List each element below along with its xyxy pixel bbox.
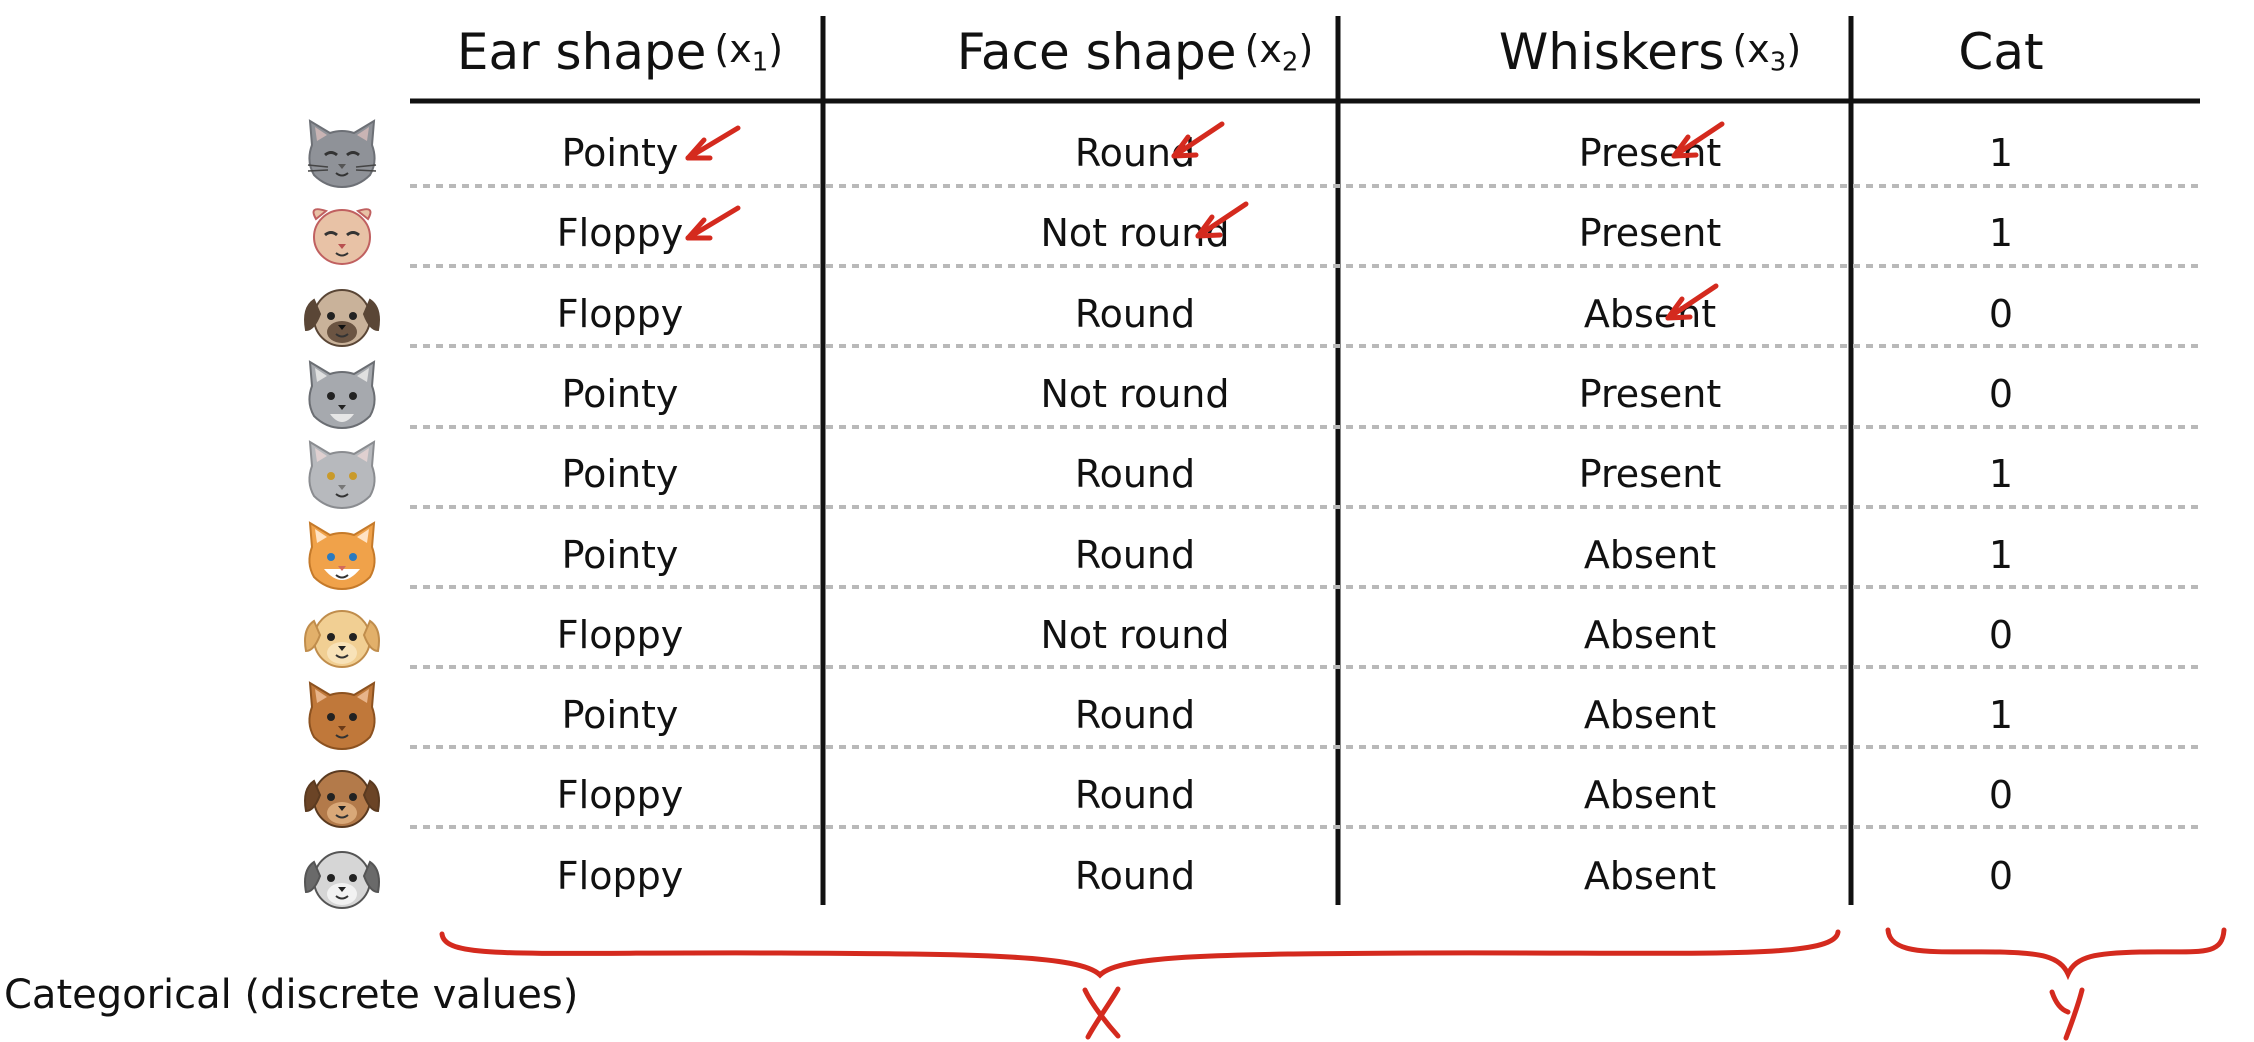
table-rules-and-annotations <box>410 16 2227 1041</box>
arrow-icon <box>1671 121 1725 159</box>
arrow-icon <box>1665 283 1719 321</box>
row-dividers <box>410 184 2200 829</box>
features-brace <box>439 929 1841 979</box>
arrow-icon <box>1195 201 1249 239</box>
arrow-icon <box>685 125 741 161</box>
handwritten-x-mark <box>1082 986 1121 1040</box>
slide: Ear shape (x1) Face shape (x2) Whiskers … <box>0 0 2254 1042</box>
annotation-arrows <box>685 121 1725 321</box>
target-brace <box>1885 927 2227 981</box>
categorical-caption: Categorical (discrete values) <box>4 972 579 1018</box>
arrow-icon <box>1171 121 1225 159</box>
arrow-icon <box>685 205 741 241</box>
handwritten-y-mark <box>2049 987 2085 1041</box>
